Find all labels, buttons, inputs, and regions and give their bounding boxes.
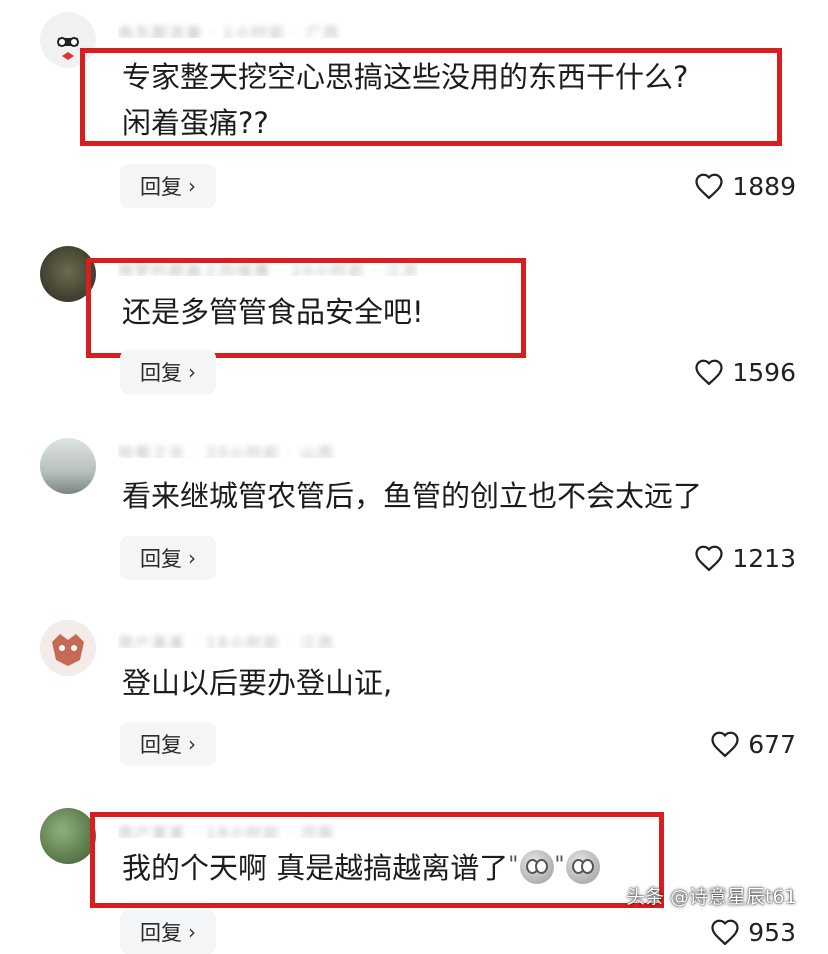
chevron-right-icon: › bbox=[188, 732, 196, 756]
reply-label: 回复 bbox=[140, 361, 182, 385]
comment-meta: 冉东群流量 · 1小时前 · 广西 bbox=[118, 24, 341, 38]
watermark: 头条 @诗意星辰t61 bbox=[626, 886, 797, 908]
avatar[interactable] bbox=[40, 438, 96, 494]
quote-mark: " bbox=[554, 853, 565, 878]
reply-button[interactable]: 回复 › bbox=[120, 722, 216, 766]
like-count: 1889 bbox=[732, 171, 796, 201]
comment-meta: 用户某某 · 18小时前 · 江西 bbox=[118, 634, 335, 648]
avatar[interactable] bbox=[40, 246, 96, 302]
like-count: 1596 bbox=[732, 357, 796, 387]
comment-text: 还是多管管食品安全吧! bbox=[122, 295, 424, 329]
chevron-right-icon: › bbox=[188, 546, 196, 570]
like-count: 677 bbox=[748, 729, 796, 759]
avatar[interactable] bbox=[40, 12, 96, 68]
reply-button[interactable]: 回复 › bbox=[120, 910, 216, 954]
like-button[interactable]: 953 bbox=[710, 910, 796, 954]
comment-text-content: 我的个天啊 真是越搞越离谱了 bbox=[122, 851, 509, 885]
reply-label: 回复 bbox=[140, 921, 182, 945]
reply-button[interactable]: 回复 › bbox=[120, 536, 216, 580]
like-button[interactable]: 1889 bbox=[694, 164, 796, 208]
like-count: 953 bbox=[748, 917, 796, 947]
heart-outline-icon bbox=[695, 545, 724, 572]
reply-button[interactable]: 回复 › bbox=[120, 350, 216, 394]
quote-mark: " bbox=[508, 853, 519, 878]
like-button[interactable]: 677 bbox=[710, 722, 796, 766]
reply-label: 回复 bbox=[140, 547, 182, 571]
like-count: 1213 bbox=[732, 543, 796, 573]
like-button[interactable]: 1596 bbox=[694, 350, 796, 394]
shocked-face-emoji-icon bbox=[520, 850, 555, 884]
comment-text: 我的个天啊 真是越搞越离谱了" " bbox=[122, 844, 601, 890]
comment-text: 专家整天挖空心思搞这些没用的东西干什么? bbox=[122, 60, 689, 94]
like-button[interactable]: 1213 bbox=[694, 536, 796, 580]
heart-outline-icon bbox=[711, 731, 739, 758]
heart-outline-icon bbox=[711, 919, 739, 946]
comment-meta: 用户某某 · 18小时前 · 河南 bbox=[118, 824, 335, 838]
chevron-right-icon: › bbox=[188, 174, 196, 198]
avatar[interactable] bbox=[40, 620, 96, 676]
reply-label: 回复 bbox=[140, 175, 182, 199]
shocked-face-emoji-icon bbox=[566, 850, 601, 884]
comment-text: 看来继城管农管后，鱼管的创立也不会太远了 bbox=[122, 479, 703, 513]
comment-text: 登山以后要办登山证, bbox=[122, 666, 393, 700]
chevron-right-icon: › bbox=[188, 360, 196, 384]
comment-text-line2: 闲着蛋痛?? bbox=[122, 106, 269, 140]
avatar[interactable] bbox=[40, 808, 96, 864]
heart-outline-icon bbox=[695, 359, 724, 386]
heart-outline-icon bbox=[695, 173, 724, 200]
reply-button[interactable]: 回复 › bbox=[120, 164, 216, 208]
chevron-right-icon: › bbox=[188, 920, 196, 944]
reply-label: 回复 bbox=[140, 733, 182, 757]
comment-meta: 用梦时群曲上的维鹰 · 20小时前 · 江苏 bbox=[118, 262, 418, 276]
comment-meta: 哈根之光 · 20小时前 · 山西 bbox=[118, 444, 335, 458]
